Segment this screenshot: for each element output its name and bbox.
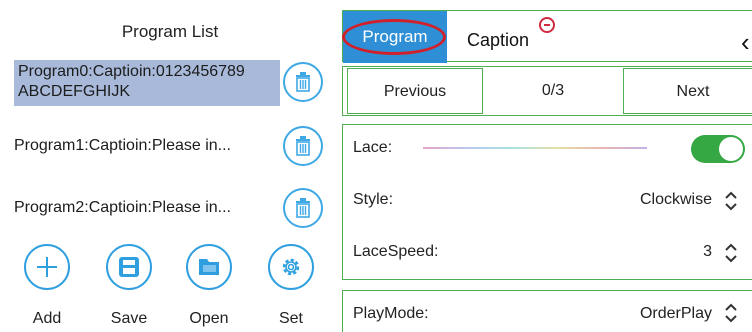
save-label: Save <box>110 310 148 327</box>
lace-speed-value[interactable]: 3 <box>703 243 712 261</box>
program-list-item[interactable]: Program0:Captioin:0123456789 ABCDEFGHIJK <box>14 60 280 106</box>
add-button[interactable] <box>24 244 70 290</box>
style-label: Style: <box>353 191 394 208</box>
page-counter: 0/3 <box>541 82 565 99</box>
playmode-label: PlayMode: <box>353 305 429 322</box>
save-button[interactable] <box>106 244 152 290</box>
spinner-arrows-icon[interactable] <box>724 191 738 211</box>
playmode-value[interactable]: OrderPlay <box>640 305 712 323</box>
program-list-title: Program List <box>121 22 219 41</box>
lace-label: Lace: <box>353 139 393 156</box>
trash-icon <box>296 198 310 218</box>
next-button[interactable]: Next <box>623 68 752 114</box>
open-button[interactable] <box>186 244 232 290</box>
playmode-row: PlayMode: OrderPlay <box>342 290 752 332</box>
settings-button[interactable] <box>268 244 314 290</box>
gear-icon <box>282 258 300 276</box>
open-label: Open <box>189 310 229 327</box>
remove-badge-icon[interactable] <box>539 17 555 33</box>
spinner-arrows-icon[interactable] <box>724 243 738 263</box>
spinner-arrows-icon[interactable] <box>724 303 738 323</box>
delete-program-button[interactable] <box>283 62 323 102</box>
lace-toggle[interactable] <box>691 135 745 163</box>
folder-open-icon <box>199 259 219 275</box>
previous-button[interactable]: Previous <box>347 68 483 114</box>
chevron-left-icon[interactable]: ‹ <box>741 29 750 55</box>
save-icon <box>119 257 139 277</box>
set-label: Set <box>278 310 303 327</box>
style-value[interactable]: Clockwise <box>640 191 712 209</box>
program-item-line1: Program0:Captioin:0123456789 <box>18 63 245 80</box>
pager: Previous 0/3 Next <box>342 66 752 116</box>
highlight-annotation <box>342 19 446 55</box>
delete-program-button[interactable] <box>283 188 323 228</box>
lace-settings-panel: Lace: Style: Clockwise LaceSpeed: 3 <box>342 124 752 280</box>
program-item-line2: ABCDEFGHIJK <box>18 83 131 100</box>
delete-program-button[interactable] <box>283 126 323 166</box>
add-label: Add <box>32 310 62 327</box>
lace-speed-label: LaceSpeed: <box>353 243 439 260</box>
program-list-item[interactable]: Program2:Captioin:Please in... <box>14 198 280 218</box>
plus-circle-icon <box>37 257 57 277</box>
lace-preview-line <box>423 147 647 149</box>
program-list-panel: Program List Program0:Captioin:012345678… <box>0 0 330 332</box>
program-list-item[interactable]: Program1:Captioin:Please in... <box>14 136 280 156</box>
trash-icon <box>296 136 310 156</box>
tab-bar: Program Caption ‹ <box>342 10 752 63</box>
trash-icon <box>296 72 310 92</box>
toggle-knob <box>719 137 743 161</box>
tab-caption[interactable]: Caption <box>467 11 529 63</box>
